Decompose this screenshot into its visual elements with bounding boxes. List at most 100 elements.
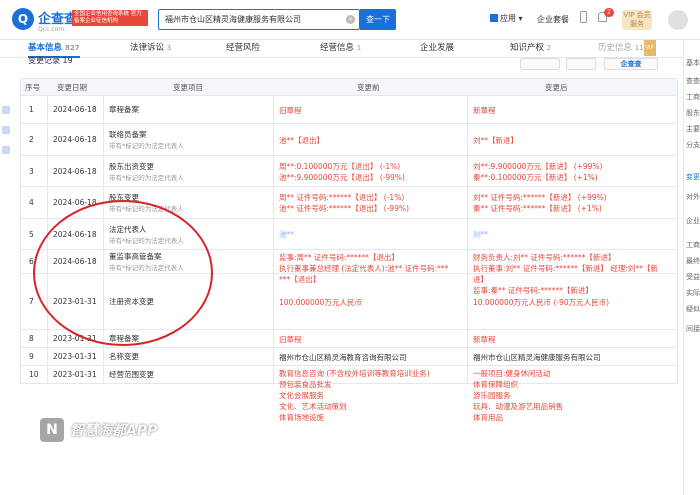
before-value: 池**:9.900000万元【退出】 (-99%) xyxy=(279,172,405,182)
column-divider xyxy=(103,187,104,219)
row-date: 2023-01-31 xyxy=(53,352,97,361)
row-number: 5 xyxy=(29,229,34,239)
column-divider xyxy=(47,187,48,219)
column-divider xyxy=(47,96,48,124)
column-divider xyxy=(273,187,274,219)
table-row: 6 2024-06-18 董监事高管备案 带有*标记的为法定代表人 监事:周** 证件号… xyxy=(20,250,678,295)
column-divider xyxy=(467,274,468,330)
change-record-title: 变更记录 19 xyxy=(28,56,73,65)
qcc-logo-icon[interactable]: Q xyxy=(12,8,34,30)
after-value: 体育用品 xyxy=(473,413,503,422)
row-date: 2024-06-18 xyxy=(53,257,97,266)
column-divider xyxy=(47,124,48,156)
column-divider xyxy=(103,156,104,187)
col-before: 变更前 xyxy=(357,83,380,92)
row-date: 2023-01-31 xyxy=(53,370,97,379)
change-record-bar: 变更记录 19 企查查 xyxy=(0,56,680,74)
phone-icon[interactable] xyxy=(580,11,587,23)
enterprise-package-link[interactable]: 企业套餐 xyxy=(537,14,569,25)
column-divider xyxy=(273,348,274,366)
table-header: 序号 变更日期 变更项目 变更前 变更后 xyxy=(20,78,678,96)
search-button[interactable]: 查一下 xyxy=(360,9,396,30)
row-number: 3 xyxy=(29,166,34,176)
tab-ip[interactable]: 知识产权 2 xyxy=(510,40,551,58)
right-nav-item[interactable]: 企业 xyxy=(686,216,700,226)
row-item: 章程备案 xyxy=(109,105,139,114)
row-date: 2024-06-18 xyxy=(53,135,97,144)
column-divider xyxy=(467,187,468,219)
right-nav-item[interactable]: 变更 xyxy=(686,172,700,182)
column-divider xyxy=(273,274,274,330)
after-value[interactable]: 新章程 xyxy=(473,334,496,346)
after-value: 福州市仓山区精灵海健康服务有限公司 xyxy=(473,352,601,362)
vip-mark: VIP xyxy=(643,40,656,56)
right-nav-item[interactable]: 间接 xyxy=(686,324,700,334)
row-date: 2023-01-31 xyxy=(53,334,97,343)
right-nav-item[interactable]: 查查 xyxy=(686,76,700,86)
table-row: 10 2023-01-31 经营范围变更 教育信息咨询 (不含校外培训等教育培训业务)… xyxy=(20,366,678,422)
column-divider xyxy=(273,156,274,187)
right-nav-item[interactable]: 基本 xyxy=(686,58,700,68)
tab-operation[interactable]: 经营信息 1 xyxy=(320,40,361,58)
col-date: 变更日期 xyxy=(57,83,87,92)
tab-history[interactable]: 历史信息 11 VIP xyxy=(598,40,656,58)
right-nav-item[interactable]: 最终 xyxy=(686,256,700,266)
right-nav-item[interactable]: 实际 xyxy=(686,288,700,298)
row-date: 2024-06-18 xyxy=(53,198,97,207)
right-nav-item[interactable]: 受益 xyxy=(686,272,700,282)
before-value[interactable]: 旧章程 xyxy=(279,105,302,117)
table-row: 2 2024-06-18 联络员备案 带有*标记的为法定代表人 池**【退出】 刘**【新… xyxy=(20,124,678,156)
tab-legal[interactable]: 法律诉讼 3 xyxy=(130,40,171,58)
table-row: 8 2023-01-31 章程备案 旧章程 新章程 xyxy=(20,330,678,348)
tab-risk[interactable]: 经营风险 xyxy=(226,40,260,58)
before-value: 100.000000万元人民币 xyxy=(279,297,362,307)
before-value[interactable]: 旧章程 xyxy=(279,334,302,346)
column-divider xyxy=(103,366,104,384)
before-value: 池** 证件号码:******【退出】 (-99%) xyxy=(279,204,410,213)
watermark-text: 智慧海都APP xyxy=(70,423,158,439)
row-item: 经营范围变更 xyxy=(109,370,154,379)
row-item-note: 带有*标记的为法定代表人 xyxy=(109,142,184,150)
right-nav-item[interactable]: 股东 xyxy=(686,108,700,118)
table-row: 3 2024-06-18 股东出资变更 带有*标记的为法定代表人 周**:0.10000… xyxy=(20,156,678,187)
row-item: 注册资本变更 xyxy=(109,297,154,306)
right-nav-item[interactable]: 疑似 xyxy=(686,304,700,314)
qcc-source-button[interactable]: 企查查 xyxy=(604,58,658,70)
right-nav-item[interactable]: 对外 xyxy=(686,192,700,202)
column-divider xyxy=(467,124,468,156)
table-row: 4 2024-06-18 股东变更 带有*标记的为法定代表人 周** 证件号码:****… xyxy=(20,187,678,219)
after-value: 刘**【新进】 xyxy=(473,135,518,145)
tab-development[interactable]: 企业发展 xyxy=(420,40,454,58)
row-item: 章程备案 xyxy=(109,334,139,343)
clear-search-icon[interactable]: × xyxy=(346,15,355,24)
export-button[interactable] xyxy=(566,58,596,70)
column-divider xyxy=(47,250,48,274)
right-nav-item[interactable]: 分支 xyxy=(686,140,700,150)
vip-button[interactable]: VIP 会员服务 xyxy=(622,10,652,30)
column-divider xyxy=(103,330,104,348)
column-divider xyxy=(467,156,468,187)
column-divider xyxy=(103,250,104,274)
column-divider xyxy=(273,219,274,250)
after-value: 秦**:0.100000万元【新进】 (+1%) xyxy=(473,172,598,182)
search-input[interactable]: 福州市仓山区精灵海健康服务有限公司 xyxy=(158,9,360,30)
app-menu-button[interactable]: 应用 ▾ xyxy=(490,13,523,24)
column-divider xyxy=(273,96,274,124)
filter-button[interactable] xyxy=(520,58,560,70)
table-row: 1 2024-06-18 章程备案 旧章程 新章程 xyxy=(20,96,678,124)
row-item-note: 带有*标记的为法定代表人 xyxy=(109,173,184,182)
row-number: 8 xyxy=(29,334,34,343)
column-divider xyxy=(467,366,468,384)
before-value: 福州市仓山区精灵海教育咨询有限公司 xyxy=(279,352,407,362)
row-item-note: 带有*标记的为法定代表人 xyxy=(109,264,184,272)
column-divider xyxy=(467,96,468,124)
top-bar: Q 企查查 Qcc.com 全国企业信用查询系统 官方备案企业征信机构 福州市仓… xyxy=(0,0,700,40)
table-row: 7 2023-01-31 注册资本变更 100.000000万元人民币 10.00000… xyxy=(20,274,678,330)
after-value[interactable]: 新章程 xyxy=(473,105,496,117)
avatar[interactable] xyxy=(668,10,688,30)
right-nav-item[interactable]: 主要 xyxy=(686,124,700,134)
row-number: 7 xyxy=(29,297,34,306)
row-number: 1 xyxy=(29,105,34,114)
right-nav-item[interactable]: 工商 xyxy=(686,92,700,102)
right-nav-item[interactable]: 工商 xyxy=(686,240,700,250)
